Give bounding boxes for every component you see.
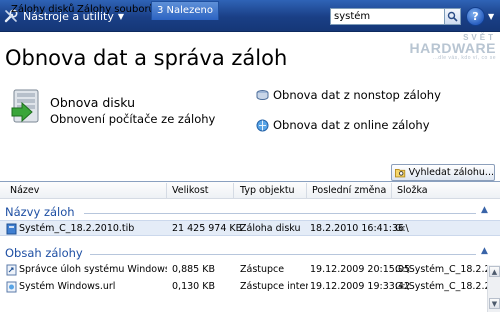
url-icon bbox=[6, 281, 17, 293]
column-name[interactable]: Název bbox=[10, 185, 39, 196]
row-size: 21 425 974 KB bbox=[172, 223, 243, 234]
online-backup-icon bbox=[256, 119, 269, 131]
row-date: 18.2.2010 16:41:36 bbox=[310, 223, 405, 234]
column-folder[interactable]: Složka bbox=[397, 185, 428, 196]
chevron-down-icon[interactable]: ▼ bbox=[488, 12, 494, 21]
group-backup-content: Obsah zálohy bbox=[5, 246, 83, 260]
column-type[interactable]: Typ objektu bbox=[240, 185, 295, 196]
group-backup-names: Názvy záloh bbox=[5, 205, 75, 219]
vertical-scrollbar[interactable]: ▲ ▼ bbox=[487, 265, 500, 312]
scroll-down-icon[interactable]: ▼ bbox=[489, 298, 500, 309]
magnifier-icon bbox=[447, 11, 458, 22]
row-name: Správce úloh systému Windows.lnk bbox=[19, 264, 167, 275]
group-divider bbox=[90, 254, 476, 255]
column-last-change[interactable]: Poslední změna bbox=[312, 185, 386, 196]
row-type: Zástupce bbox=[240, 264, 285, 275]
tab-file-backups[interactable]: Zálohy souborů bbox=[72, 1, 160, 20]
row-type: Záloha disku bbox=[240, 223, 301, 234]
row-folder: G:\Systém_C_18.2.2010.ti bbox=[395, 264, 487, 275]
restore-nonstop-link[interactable]: Obnova dat z nonstop zálohy bbox=[256, 88, 441, 102]
restore-online-link[interactable]: Obnova dat z online zálohy bbox=[256, 118, 430, 132]
restore-disk-subtitle[interactable]: Obnovení počítače ze zálohy bbox=[50, 112, 215, 126]
column-header: Název Velikost Typ objektu Poslední změn… bbox=[0, 182, 500, 199]
restore-disk-icon[interactable] bbox=[10, 88, 42, 126]
row-name: Systém Windows.url bbox=[19, 281, 116, 292]
search-backup-label: Vyhledat zálohu... bbox=[408, 167, 494, 178]
row-folder: G:\Systém_C_18.2.2010.ti bbox=[395, 281, 487, 292]
search-backup-button[interactable]: Vyhledat zálohu... bbox=[391, 164, 495, 181]
search-folder-icon bbox=[395, 168, 406, 178]
tib-file-icon bbox=[6, 223, 17, 235]
tab-disk-backups[interactable]: Zálohy disků bbox=[6, 1, 79, 20]
group-divider bbox=[84, 213, 476, 214]
table-row[interactable]: Správce úloh systému Windows.lnk 0,885 K… bbox=[0, 262, 500, 278]
search-button[interactable] bbox=[444, 8, 461, 25]
restore-disk-title[interactable]: Obnova disku bbox=[50, 95, 135, 110]
column-size[interactable]: Velikost bbox=[172, 185, 209, 196]
search-input[interactable]: systém bbox=[330, 8, 461, 25]
row-size: 0,885 KB bbox=[172, 264, 215, 275]
row-folder: G:\ bbox=[395, 223, 409, 234]
row-name: Systém_C_18.2.2010.tib bbox=[19, 223, 135, 234]
row-size: 0,130 KB bbox=[172, 281, 215, 292]
tab-found[interactable]: 3 Nalezeno bbox=[151, 1, 219, 20]
watermark-logo: SVĚT HARDWARE ...dle vás, kdo ví, co se bbox=[410, 33, 496, 61]
watermark-line2: HARDWARE bbox=[409, 40, 496, 56]
shortcut-icon bbox=[6, 264, 17, 276]
help-icon[interactable]: ? bbox=[466, 7, 485, 26]
nonstop-backup-icon bbox=[256, 89, 269, 100]
page-title: Obnova dat a správa záloh bbox=[5, 46, 288, 70]
restore-nonstop-label: Obnova dat z nonstop zálohy bbox=[273, 88, 441, 102]
table-row[interactable]: Systém_C_18.2.2010.tib 21 425 974 KB Zál… bbox=[0, 220, 500, 236]
scroll-up-icon[interactable]: ▲ bbox=[489, 266, 500, 277]
table-row[interactable]: Systém Windows.url 0,130 KB Zástupce int… bbox=[0, 279, 500, 295]
restore-online-label: Obnova dat z online zálohy bbox=[273, 118, 430, 132]
chevron-up-icon[interactable]: ▲ bbox=[481, 205, 488, 215]
chevron-up-icon[interactable]: ▲ bbox=[481, 246, 488, 256]
row-type: Zástupce intern... bbox=[240, 281, 308, 292]
